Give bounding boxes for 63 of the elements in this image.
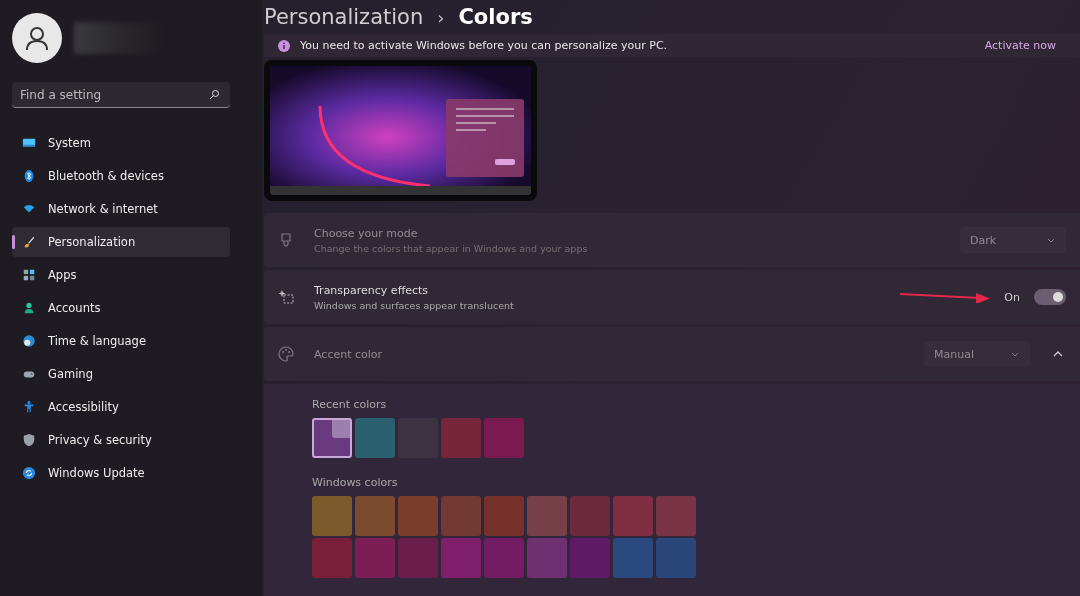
setting-title: Accent color	[314, 347, 384, 361]
color-swatch[interactable]	[312, 496, 352, 536]
section-label: Recent colors	[312, 398, 388, 411]
breadcrumb-separator: ›	[437, 6, 445, 28]
sidebar-item[interactable]: Privacy & security	[12, 425, 230, 455]
page-title: Colors	[458, 5, 533, 30]
palette-icon	[278, 346, 294, 362]
color-swatch[interactable]	[527, 538, 567, 578]
accounts-icon	[22, 301, 36, 315]
mode-icon	[278, 232, 294, 248]
color-swatch[interactable]	[355, 496, 395, 536]
sidebar-item[interactable]: Time & language	[12, 326, 230, 356]
activate-link[interactable]: Activate now	[984, 39, 1056, 53]
sidebar-item[interactable]: Windows Update	[12, 458, 230, 488]
bluetooth-icon	[22, 169, 36, 183]
sidebar-item[interactable]: Network & internet	[12, 194, 230, 224]
color-swatch[interactable]	[441, 496, 481, 536]
sidebar-item[interactable]: Accessibility	[12, 392, 230, 422]
color-swatch[interactable]	[484, 418, 524, 458]
sidebar-item[interactable]: Apps	[12, 260, 230, 290]
color-swatch[interactable]	[570, 538, 610, 578]
section-label: Windows colors	[312, 476, 399, 489]
toggle-switch[interactable]	[1034, 289, 1066, 305]
setting-description: Change the colors that appear in Windows and your apps	[314, 242, 589, 254]
setting-description: Windows and surfaces appear translucent	[314, 299, 515, 311]
sidebar-item[interactable]: Gaming	[12, 359, 230, 389]
color-swatch[interactable]	[398, 496, 438, 536]
search-icon	[209, 89, 220, 100]
setting-title: Transparency effects	[314, 283, 430, 297]
apps-icon	[22, 268, 36, 282]
transparency-icon	[278, 289, 294, 305]
setting-title: Choose your mode	[314, 226, 419, 240]
info-icon	[278, 39, 290, 52]
banner-text: You need to activate Windows before you can personalize your PC.	[300, 39, 669, 53]
color-swatch[interactable]	[484, 538, 524, 578]
color-swatch[interactable]	[484, 496, 524, 536]
color-swatch[interactable]	[355, 538, 395, 578]
time-icon	[22, 334, 36, 348]
avatar-icon[interactable]	[12, 13, 62, 63]
color-swatch[interactable]	[527, 496, 567, 536]
color-swatch[interactable]	[656, 496, 696, 536]
color-swatch[interactable]	[656, 538, 696, 578]
accessibility-icon	[22, 400, 36, 414]
shield-icon	[22, 433, 36, 447]
update-icon	[22, 466, 36, 480]
toggle-state-label: On	[1004, 290, 1020, 304]
sidebar-item[interactable]: Bluetooth & devices	[12, 161, 230, 191]
color-swatch[interactable]	[441, 538, 481, 578]
color-swatch[interactable]	[570, 496, 610, 536]
breadcrumb-link[interactable]: Personalization	[264, 5, 424, 30]
search-field[interactable]: Find a setting	[12, 82, 230, 108]
sidebar-item[interactable]: Accounts	[12, 293, 230, 323]
color-swatch[interactable]	[312, 538, 352, 578]
color-swatch[interactable]	[312, 418, 352, 458]
sidebar-item[interactable]: Personalization	[12, 227, 230, 257]
color-swatch[interactable]	[613, 496, 653, 536]
color-swatch[interactable]	[355, 418, 395, 458]
color-swatch[interactable]	[441, 418, 481, 458]
color-swatch[interactable]	[613, 538, 653, 578]
system-icon	[22, 136, 36, 150]
color-swatch[interactable]	[398, 538, 438, 578]
sidebar-item[interactable]: System	[12, 128, 230, 158]
brush-icon	[22, 235, 36, 249]
